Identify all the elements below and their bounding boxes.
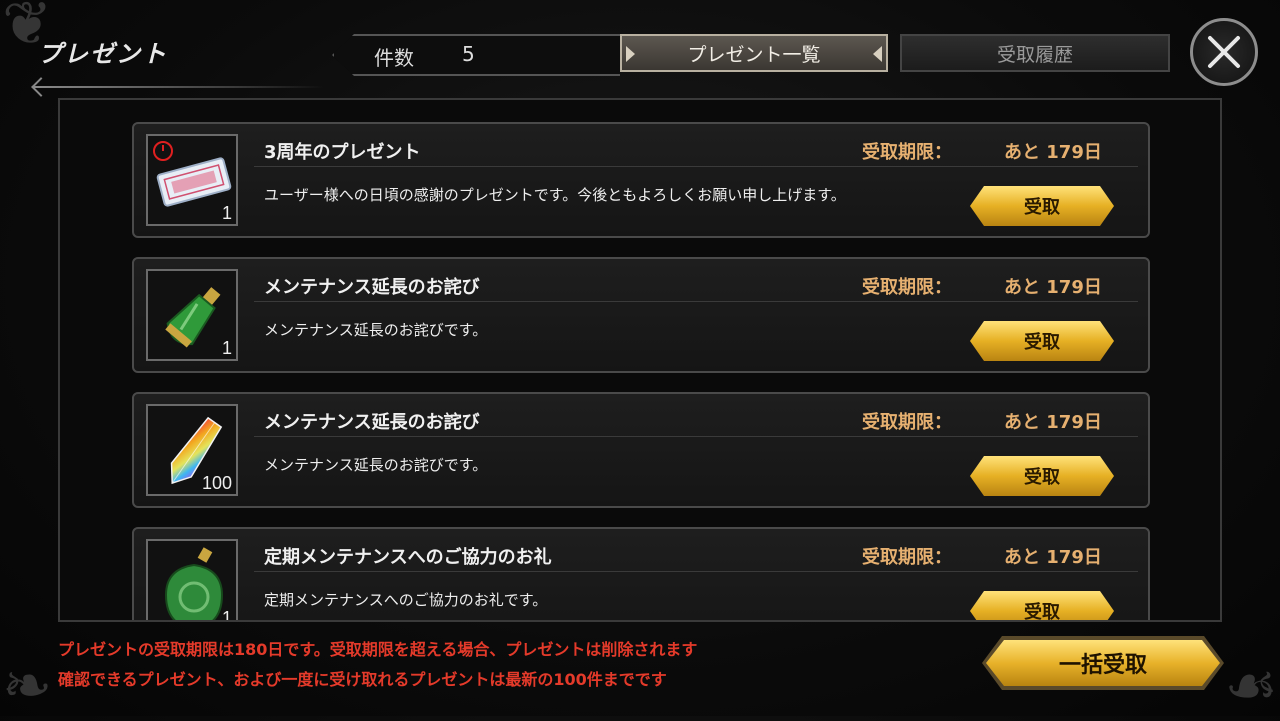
deadline-label: 受取期限： (862, 412, 952, 433)
timer-icon (153, 141, 173, 161)
card-divider (254, 436, 1138, 437)
deadline-value: あと 179日 (1004, 547, 1102, 568)
item-slot[interactable]: 1 (146, 539, 238, 622)
screen-title: プレゼント (38, 40, 168, 68)
card-divider (254, 166, 1138, 167)
claim-button[interactable]: 受取 (970, 321, 1114, 361)
deadline-label: 受取期限： (862, 547, 952, 568)
present-card: 1 メンテナンス延長のお詫び 受取期限： あと 179日 メンテナンス延長のお詫… (132, 257, 1150, 373)
present-list-panel[interactable]: 1 3周年のプレゼント 受取期限： あと 179日 ユーザー様への日頃の感謝のプ… (58, 98, 1222, 622)
notice-text: 確認できるプレゼント、および一度に受け取れるプレゼントは最新の100件までです (58, 670, 667, 689)
present-description: メンテナンス延長のお詫びです。 (264, 321, 488, 339)
card-divider (254, 571, 1138, 572)
present-description: メンテナンス延長のお詫びです。 (264, 456, 488, 474)
deadline-value: あと 179日 (1004, 277, 1102, 298)
card-divider (254, 301, 1138, 302)
deadline-label: 受取期限： (862, 142, 952, 163)
deadline-value: あと 179日 (1004, 412, 1102, 433)
present-title: 3周年のプレゼント (264, 142, 421, 163)
count-label: 件数 (374, 46, 414, 70)
title-underline (34, 86, 324, 88)
present-card: 100 メンテナンス延長のお詫び 受取期限： あと 179日 メンテナンス延長の… (132, 392, 1150, 508)
item-count: 1 (221, 338, 232, 358)
claim-button[interactable]: 受取 (970, 591, 1114, 622)
present-description: 定期メンテナンスへのご協力のお礼です。 (264, 591, 548, 609)
claim-button[interactable]: 受取 (970, 186, 1114, 226)
item-count: 1 (221, 203, 232, 223)
item-slot[interactable]: 100 (146, 404, 238, 496)
present-title: メンテナンス延長のお詫び (264, 412, 480, 433)
claim-button[interactable]: 受取 (970, 456, 1114, 496)
count-value: 5 (462, 42, 475, 66)
bulk-claim-button[interactable]: 一括受取 (982, 636, 1224, 690)
present-count-box: 件数 5 (332, 34, 620, 76)
present-description: ユーザー様への日頃の感謝のプレゼントです。今後ともよろしくお願い申し上げます。 (264, 186, 846, 204)
deadline-label: 受取期限： (862, 277, 952, 298)
tab-present-list[interactable]: プレゼント一覧 (620, 34, 888, 72)
item-slot[interactable]: 1 (146, 134, 238, 226)
item-count: 100 (201, 473, 232, 493)
present-card: 1 定期メンテナンスへのご協力のお礼 受取期限： あと 179日 定期メンテナン… (132, 527, 1150, 622)
item-count: 1 (221, 608, 232, 622)
close-icon (1208, 36, 1240, 68)
notice-text: プレゼントの受取期限は180日です。受取期限を超える場合、プレゼントは削除されま… (58, 640, 698, 659)
tab-claim-history[interactable]: 受取履歴 (900, 34, 1170, 72)
close-button[interactable] (1190, 18, 1258, 86)
bulk-claim-label: 一括受取 (986, 640, 1220, 686)
present-title: 定期メンテナンスへのご協力のお礼 (264, 547, 552, 568)
deadline-value: あと 179日 (1004, 142, 1102, 163)
corner-ornament-bottom-left: ❧ (2, 651, 53, 721)
present-title: メンテナンス延長のお詫び (264, 277, 480, 298)
item-slot[interactable]: 1 (146, 269, 238, 361)
present-card: 1 3周年のプレゼント 受取期限： あと 179日 ユーザー様への日頃の感謝のプ… (132, 122, 1150, 238)
corner-ornament-bottom-right: ☙ (1224, 651, 1278, 721)
